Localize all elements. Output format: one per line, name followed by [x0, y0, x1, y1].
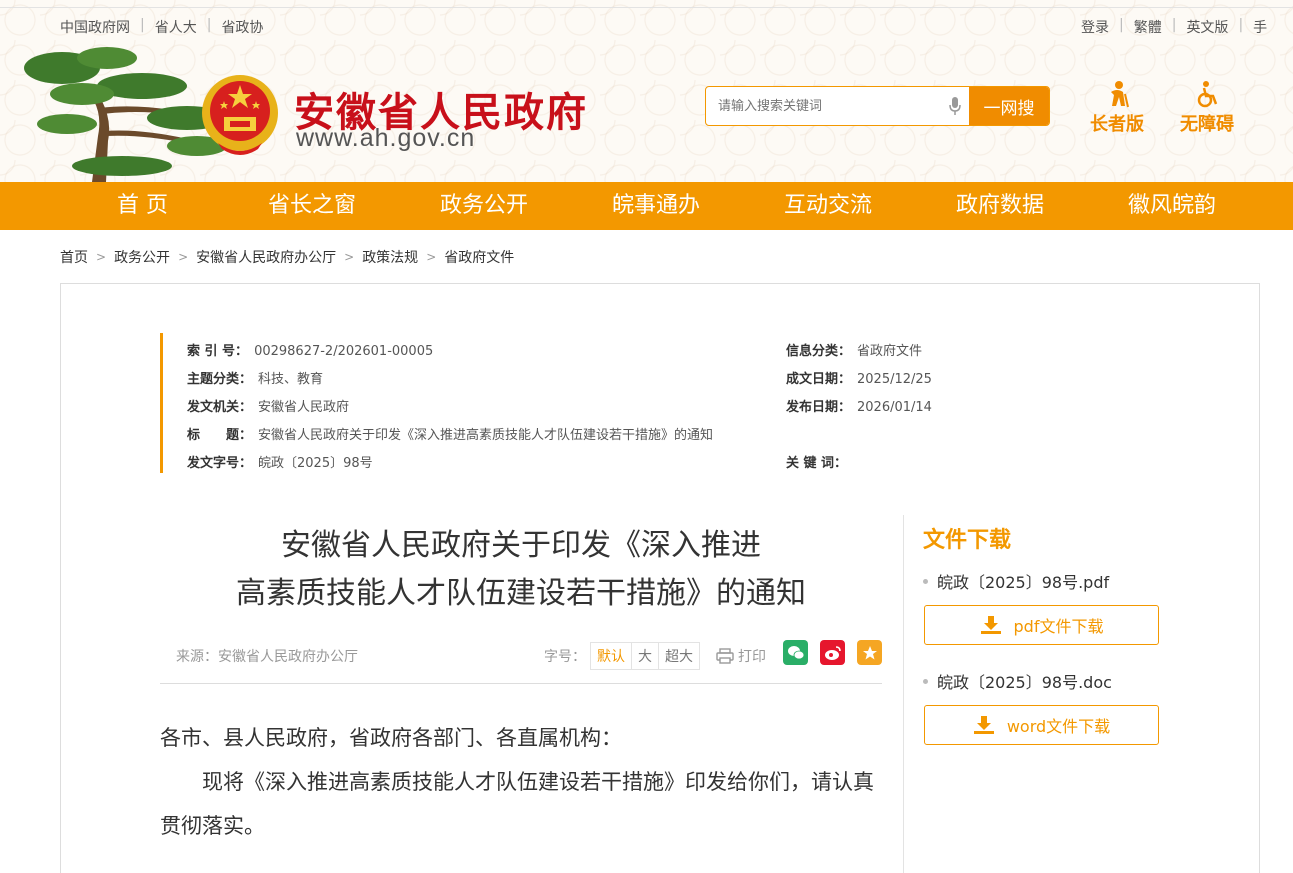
- meta-keywords: 关 键 词：: [786, 456, 848, 471]
- meta-created-date: 成文日期： 2025/12/25: [786, 372, 932, 387]
- search-button[interactable]: 一网搜: [969, 87, 1049, 125]
- printer-icon: [716, 648, 734, 664]
- site-url: www.ah.gov.cn: [296, 124, 476, 152]
- link-provincial-npc[interactable]: 省人大: [155, 17, 197, 37]
- meta-index: 索 引 号： 00298627-2/202601-00005: [187, 344, 434, 359]
- sidebar-divider: [903, 515, 904, 873]
- font-size-default[interactable]: 默认: [591, 643, 632, 669]
- nav-governor-window[interactable]: 省长之窗: [268, 182, 356, 230]
- english-version-link[interactable]: 英文版: [1186, 17, 1228, 37]
- national-emblem-icon: [202, 75, 278, 155]
- breadcrumb-gov-affairs[interactable]: 政务公开: [114, 247, 170, 267]
- nav-online-services[interactable]: 皖事通办: [612, 182, 700, 230]
- breadcrumb-policies[interactable]: 政策法规: [362, 247, 418, 267]
- article-paragraph: 现将《深入推进高素质技能人才队伍建设若干措施》印发给你们，请认真贯彻落实。: [160, 770, 874, 838]
- elder-mode-label: 长者版: [1090, 114, 1144, 135]
- font-size-large[interactable]: 大: [632, 643, 659, 669]
- top-links-right: 登录 | 繁體 | 英文版 | 手: [1081, 17, 1268, 37]
- meta-topic: 主题分类： 科技、教育: [187, 372, 324, 387]
- traditional-chinese-link[interactable]: 繁體: [1134, 17, 1162, 37]
- nav-home[interactable]: 首 页: [117, 182, 168, 230]
- favorite-star-icon[interactable]: [857, 640, 882, 665]
- nav-government-data[interactable]: 政府数据: [956, 182, 1044, 230]
- top-divider: [0, 7, 1293, 8]
- top-links-left: 中国政府网 | 省人大 | 省政协: [60, 17, 264, 37]
- meta-category: 信息分类： 省政府文件: [786, 344, 923, 359]
- download-icon: [973, 716, 994, 734]
- font-size-label: 字号：: [544, 649, 586, 665]
- downloads-title: 文件下载: [923, 528, 1012, 553]
- nav-culture[interactable]: 徽风皖韵: [1128, 182, 1216, 230]
- breadcrumb: 首页 > 政务公开 > 安徽省人民政府办公厅 > 政策法规 > 省政府文件: [60, 247, 514, 267]
- document-meta: 索 引 号： 00298627-2/202601-00005 信息分类： 省政府文件…: [160, 333, 932, 473]
- breadcrumb-general-office[interactable]: 安徽省人民政府办公厅: [196, 247, 336, 267]
- nav-government-affairs[interactable]: 政务公开: [440, 182, 528, 230]
- accessibility-button[interactable]: 无障碍: [1180, 80, 1234, 136]
- font-size-selector: 字号： 默认 大 超大: [544, 642, 700, 670]
- article-body: 各市、县人民政府，省政府各部门、各直属机构： 现将《深入推进高素质技能人才队伍建…: [160, 716, 884, 848]
- search-box: 一网搜: [705, 86, 1050, 126]
- print-button[interactable]: 打印: [716, 646, 766, 666]
- weibo-share-icon[interactable]: [820, 640, 845, 665]
- chevron-right-icon: >: [344, 250, 355, 264]
- wechat-share-icon[interactable]: [783, 640, 808, 665]
- font-size-xlarge[interactable]: 超大: [659, 643, 699, 669]
- nav-interaction[interactable]: 互动交流: [784, 182, 872, 230]
- accessibility-label: 无障碍: [1180, 114, 1234, 135]
- chevron-right-icon: >: [96, 250, 107, 264]
- word-download-button[interactable]: word文件下载: [924, 705, 1159, 745]
- meta-doc-number: 发文字号： 皖政〔2025〕98号: [187, 456, 373, 471]
- article-toolbar: 来源：安徽省人民政府办公厅 字号： 默认 大 超大 打印: [160, 636, 882, 684]
- download-file-name: 皖政〔2025〕98号.pdf: [923, 569, 1109, 593]
- link-provincial-cppcc[interactable]: 省政协: [221, 17, 263, 37]
- login-link[interactable]: 登录: [1081, 17, 1109, 37]
- search-input[interactable]: [706, 87, 941, 125]
- chevron-right-icon: >: [426, 250, 437, 264]
- microphone-icon[interactable]: [941, 87, 969, 125]
- article-title: 安徽省人民政府关于印发《深入推进 高素质技能人才队伍建设若干措施》的通知: [236, 528, 806, 611]
- breadcrumb-provincial-docs[interactable]: 省政府文件: [444, 247, 514, 267]
- wheelchair-icon: [1180, 80, 1234, 110]
- article-salutation: 各市、县人民政府，省政府各部门、各直属机构：: [160, 726, 622, 750]
- mobile-link[interactable]: 手: [1253, 17, 1267, 37]
- elder-icon: [1090, 80, 1144, 110]
- meta-title: 标 题： 安徽省人民政府关于印发《深入推进高素质技能人才队伍建设若干措施》的通知: [187, 428, 714, 443]
- download-icon: [980, 616, 1001, 634]
- meta-issuer: 发文机关： 安徽省人民政府: [187, 400, 350, 415]
- link-gov-cn[interactable]: 中国政府网: [60, 17, 130, 37]
- download-file-name: 皖政〔2025〕98号.doc: [923, 669, 1112, 693]
- elder-mode-button[interactable]: 长者版: [1090, 80, 1144, 136]
- breadcrumb-home[interactable]: 首页: [60, 247, 88, 267]
- chevron-right-icon: >: [178, 250, 189, 264]
- meta-published-date: 发布日期： 2026/01/14: [786, 400, 932, 415]
- main-nav: 首 页 省长之窗 政务公开 皖事通办 互动交流 政府数据 徽风皖韵: [0, 182, 1293, 230]
- article-source: 来源：安徽省人民政府办公厅: [176, 649, 358, 665]
- pdf-download-button[interactable]: pdf文件下载: [924, 605, 1159, 645]
